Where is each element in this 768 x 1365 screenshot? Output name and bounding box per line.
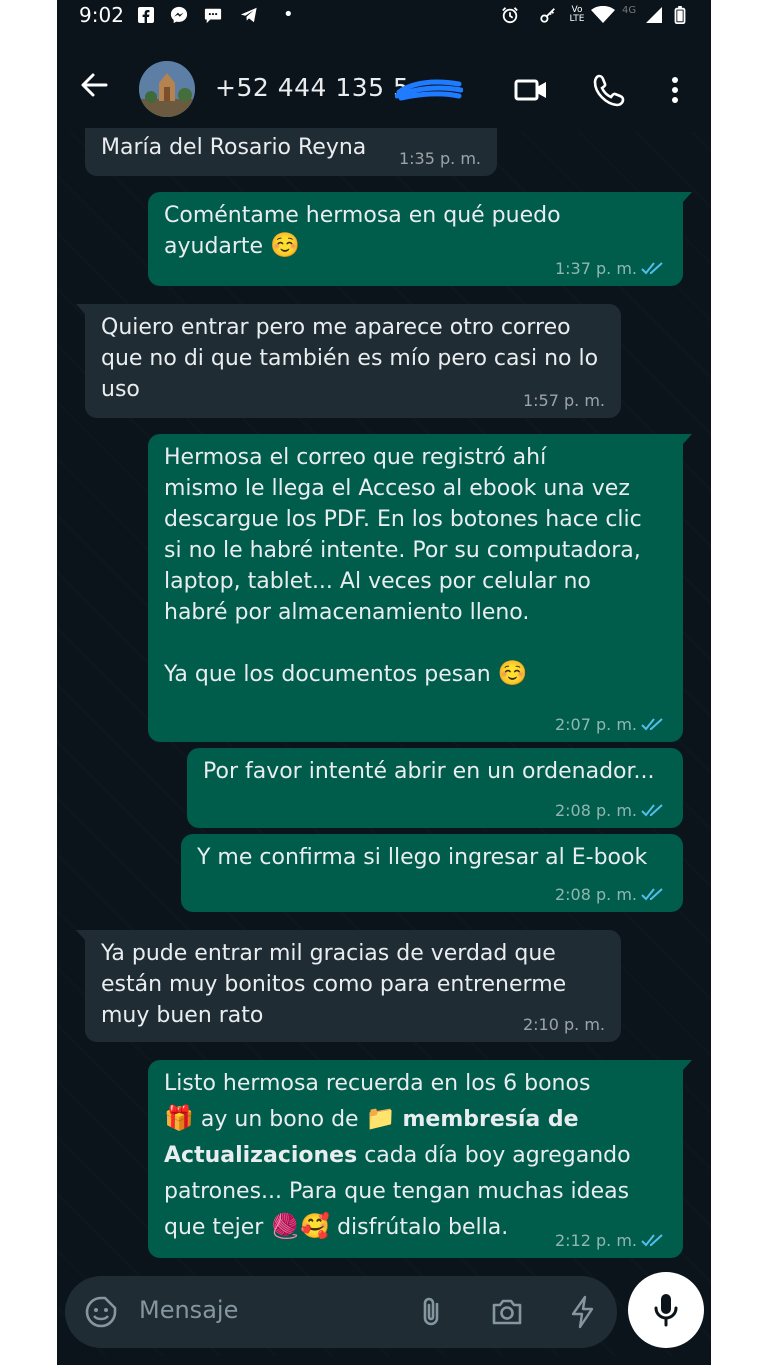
bubble-tail: [76, 304, 94, 320]
attach-icon[interactable]: [413, 1294, 449, 1330]
bolt-icon[interactable]: [565, 1294, 601, 1330]
mic-icon: [654, 1294, 678, 1327]
smiling-face-emoji: ☺️: [270, 231, 300, 259]
read-ticks-icon: [641, 262, 663, 275]
camera-icon[interactable]: [489, 1294, 525, 1330]
message-bubble-outgoing[interactable]: Listo hermosa recuerda en los 6 bonos 🎁 a…: [148, 1060, 692, 1258]
message-input[interactable]: Mensaje: [139, 1296, 238, 1324]
contact-name[interactable]: +52 444 135 5: [215, 73, 409, 102]
bubble-tail: [674, 192, 692, 208]
key-icon: [540, 8, 555, 23]
message-text: Por favor intenté abrir en un ordenador.…: [203, 759, 655, 784]
video-call-icon[interactable]: [513, 72, 549, 108]
message-time: 2:12 p. m.: [555, 1232, 667, 1250]
message-bubble-incoming[interactable]: Quiero entrar pero me aparece otro corre…: [76, 304, 621, 418]
yarn-emoji: 🧶: [270, 1212, 301, 1240]
alarm-icon: [502, 7, 518, 24]
message-time: 1:37 p. m.: [555, 260, 667, 278]
message-time: 2:08 p. m.: [555, 886, 667, 904]
message-bubble-incoming[interactable]: Ya pude entrar mil gracias de verdad que…: [76, 930, 621, 1042]
message-bubble-outgoing[interactable]: Y me confirma si llego ingresar al E-boo…: [181, 834, 683, 912]
sticker-icon[interactable]: [83, 1294, 119, 1330]
folder-emoji: 📁: [365, 1104, 396, 1132]
message-text: Hermosa el correo que registró ahí mismo …: [164, 445, 642, 687]
volte-label: Vo LTE: [569, 5, 585, 24]
message-text: Coméntame hermosa en qué puedo ayudarte ☺…: [164, 203, 561, 259]
status-bar: 9:02 • Vo LTE 4G: [57, 0, 711, 32]
message-time: 1:57 p. m.: [522, 391, 605, 410]
avatar[interactable]: [139, 61, 195, 117]
message-time: 2:08 p. m.: [555, 802, 667, 820]
bubble-tail: [674, 1060, 692, 1076]
voice-call-icon[interactable]: [591, 72, 627, 108]
phone-screen: 9:02 • Vo LTE 4G +52 444 135 5 María del…: [57, 0, 711, 1365]
message-text: Y me confirma si llego ingresar al E-boo…: [197, 845, 648, 870]
network-type-label: 4G: [622, 5, 637, 16]
mic-button[interactable]: [628, 1272, 704, 1348]
message-bubble-incoming[interactable]: María del Rosario Reyna 1:35 p. m.: [85, 128, 497, 176]
message-text: María del Rosario Reyna: [101, 135, 367, 160]
redaction-scribble: [395, 79, 463, 101]
message-bubble-outgoing[interactable]: Por favor intenté abrir en un ordenador.…: [187, 748, 683, 828]
read-ticks-icon: [641, 804, 663, 817]
message-bubble-outgoing[interactable]: Coméntame hermosa en qué puedo ayudarte ☺…: [148, 192, 692, 286]
message-text: Listo hermosa recuerda en los 6 bonos 🎁 a…: [164, 1071, 631, 1240]
read-ticks-icon: [641, 718, 663, 731]
wifi-icon: [591, 6, 615, 23]
chat-header: +52 444 135 5: [57, 32, 711, 132]
message-time: 2:10 p. m.: [522, 1015, 605, 1034]
signal-icon: [646, 7, 662, 23]
telegram-icon: [240, 7, 257, 23]
facebook-icon: [138, 7, 154, 23]
bubble-tail: [674, 434, 692, 450]
sms-icon: [204, 8, 222, 24]
bubble-tail: [76, 930, 94, 946]
message-text: Ya pude entrar mil gracias de verdad que…: [101, 941, 567, 1028]
smiling-face-emoji: ☺️: [497, 659, 528, 687]
status-time: 9:02: [79, 3, 124, 27]
messenger-icon: [170, 6, 188, 24]
notification-dot-icon: •: [283, 4, 294, 25]
avatar-image: [139, 61, 195, 117]
message-time: 2:07 p. m.: [555, 716, 667, 734]
more-options-icon[interactable]: [657, 72, 693, 108]
smiling-face-hearts-emoji: 🥰: [300, 1212, 331, 1240]
back-arrow-icon[interactable]: [79, 70, 109, 100]
read-ticks-icon: [641, 888, 663, 901]
read-ticks-icon: [641, 1234, 663, 1247]
battery-icon: [674, 6, 686, 24]
message-bubble-outgoing[interactable]: Hermosa el correo que registró ahí mismo …: [148, 434, 692, 742]
message-composer[interactable]: Mensaje: [65, 1276, 617, 1348]
message-time: 1:35 p. m.: [398, 149, 481, 168]
gift-emoji: 🎁: [164, 1104, 194, 1132]
navigation-bar: [57, 1356, 711, 1365]
